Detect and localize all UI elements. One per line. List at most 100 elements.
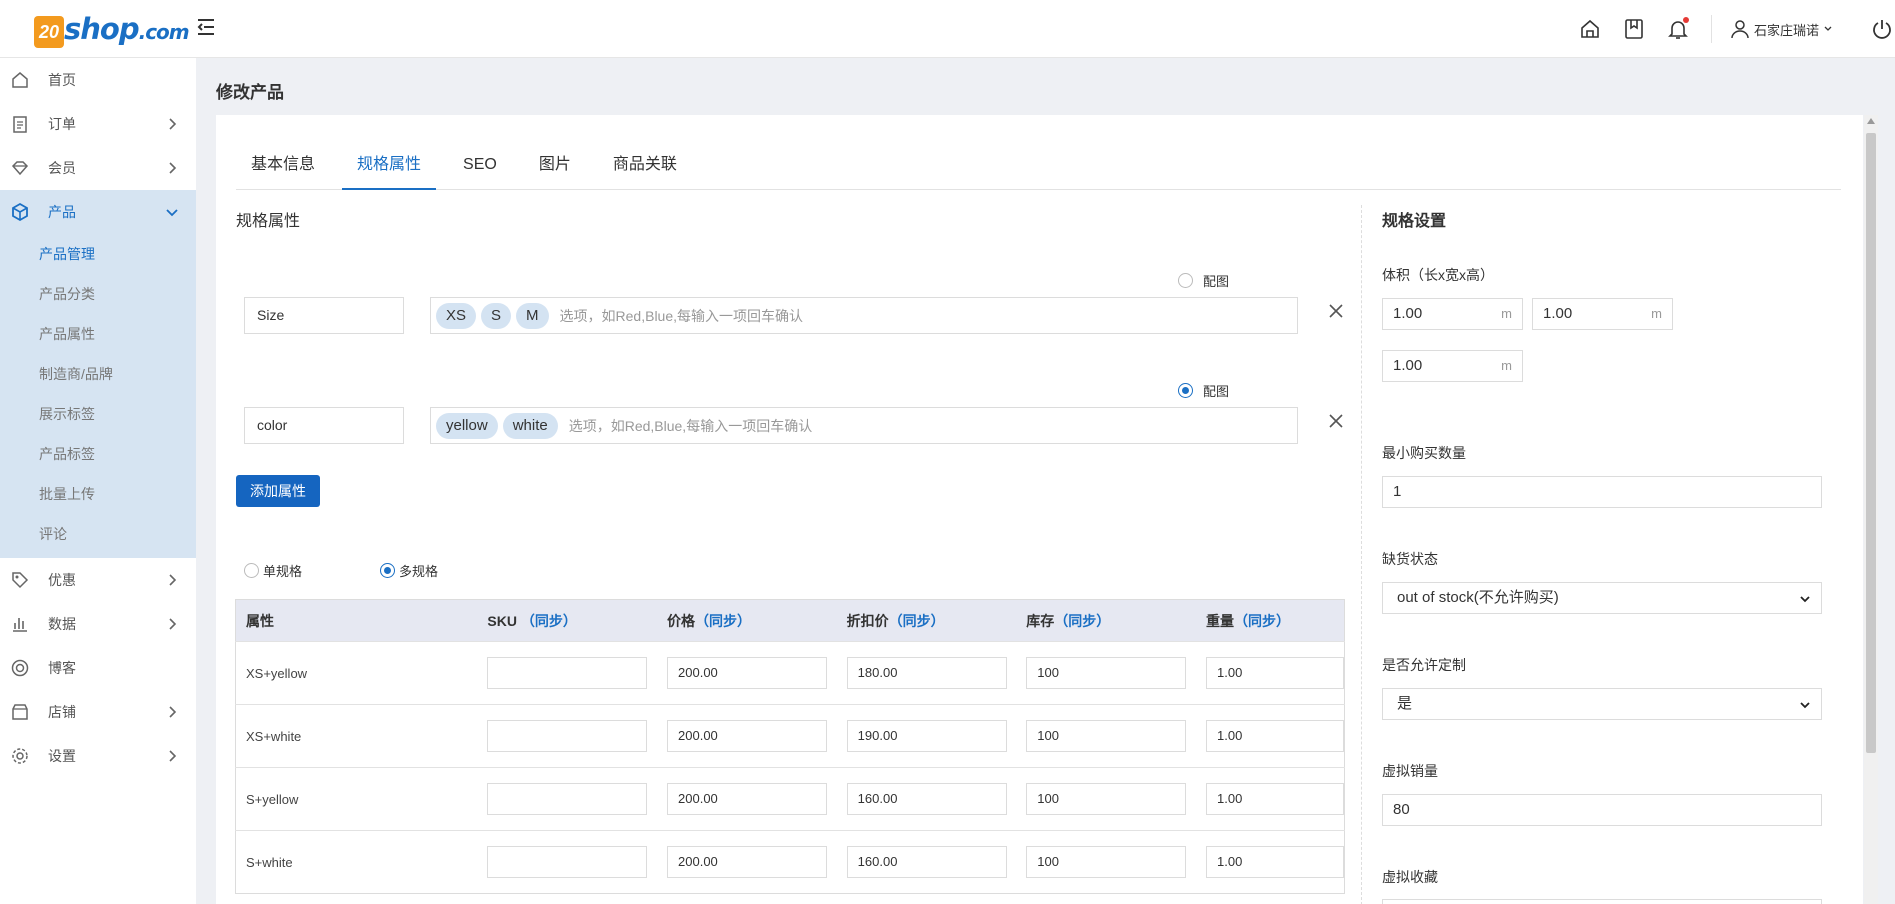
- stock-input[interactable]: 100: [1026, 657, 1187, 689]
- tab-images[interactable]: 图片: [524, 142, 586, 190]
- scroll-up-arrow[interactable]: [1867, 118, 1875, 124]
- value-tag[interactable]: white: [502, 412, 558, 439]
- tab-related-products[interactable]: 商品关联: [598, 142, 692, 190]
- picture-toggle-color[interactable]: 配图: [1178, 381, 1229, 400]
- single-spec-option[interactable]: 单规格: [244, 561, 302, 580]
- value-tag[interactable]: yellow: [436, 412, 498, 439]
- value-tag[interactable]: XS: [436, 302, 477, 329]
- sync-link[interactable]: （同步）: [1234, 613, 1290, 629]
- tag-icon: [10, 570, 30, 590]
- chevron-right-icon: [169, 162, 177, 174]
- virtual-favorites-label: 虚拟收藏: [1382, 869, 1438, 885]
- sidebar-item-home[interactable]: 首页: [0, 58, 196, 102]
- attribute-name-input[interactable]: Size: [244, 297, 404, 334]
- sidebar-item-blog[interactable]: 博客: [0, 646, 196, 690]
- home-icon[interactable]: [1579, 18, 1601, 40]
- discount-input[interactable]: 160.00: [846, 783, 1007, 815]
- sync-link[interactable]: （同步）: [521, 613, 577, 629]
- submenu-item-product-management[interactable]: 产品管理: [0, 234, 196, 274]
- spec-settings-title: 规格设置: [1382, 213, 1447, 230]
- submenu-item-reviews[interactable]: 评论: [0, 514, 196, 554]
- stock-input[interactable]: 100: [1026, 846, 1187, 878]
- virtual-sales-input[interactable]: 80: [1382, 794, 1822, 826]
- attribute-name-input[interactable]: color: [244, 407, 404, 444]
- virtual-favorites-input[interactable]: [1382, 899, 1822, 904]
- sku-input[interactable]: [487, 783, 648, 815]
- chevron-right-icon: [169, 706, 177, 718]
- tab-seo[interactable]: SEO: [448, 142, 512, 190]
- vertical-scrollbar[interactable]: [1864, 115, 1878, 904]
- logo[interactable]: 20 shop.com: [34, 8, 190, 48]
- sidebar-item-promotions[interactable]: 优惠: [0, 558, 196, 602]
- stock-status-label: 缺货状态: [1382, 551, 1438, 567]
- discount-input[interactable]: 160.00: [846, 846, 1007, 878]
- submenu-item-product-tags[interactable]: 产品标签: [0, 434, 196, 474]
- scrollbar-thumb[interactable]: [1866, 133, 1876, 753]
- weight-input[interactable]: 1.00: [1206, 846, 1344, 878]
- unit-label: m: [1651, 306, 1662, 321]
- submenu-item-product-category[interactable]: 产品分类: [0, 274, 196, 314]
- bar-chart-icon: [10, 614, 30, 634]
- sku-input[interactable]: [487, 720, 648, 752]
- price-input[interactable]: 200.00: [667, 657, 828, 689]
- sku-input[interactable]: [487, 846, 648, 878]
- picture-toggle-size[interactable]: 配图: [1178, 271, 1229, 290]
- volume-length-input[interactable]: 1.00 m: [1382, 298, 1523, 330]
- submenu-item-display-tags[interactable]: 展示标签: [0, 394, 196, 434]
- submenu-item-brand[interactable]: 制造商/品牌: [0, 354, 196, 394]
- sku-input[interactable]: [487, 657, 648, 689]
- sidebar-item-members[interactable]: 会员: [0, 146, 196, 190]
- tab-spec-attributes[interactable]: 规格属性: [342, 142, 437, 190]
- single-spec-radio[interactable]: [244, 563, 259, 578]
- table-row: S+yellow 200.00 160.00 100 1.00: [235, 767, 1345, 831]
- price-input[interactable]: 200.00: [667, 783, 828, 815]
- user-icon: [1731, 20, 1749, 39]
- picture-radio[interactable]: [1178, 383, 1193, 398]
- power-icon[interactable]: [1871, 18, 1893, 40]
- price-input[interactable]: 200.00: [667, 846, 828, 878]
- sidebar-item-settings[interactable]: 设置: [0, 734, 196, 778]
- tab-basic-info[interactable]: 基本信息: [236, 142, 330, 190]
- sync-link[interactable]: （同步）: [1054, 613, 1110, 629]
- bookmark-icon[interactable]: [1623, 18, 1645, 40]
- add-attribute-button[interactable]: 添加属性: [236, 475, 320, 507]
- picture-radio[interactable]: [1178, 273, 1193, 288]
- sync-link[interactable]: （同步）: [889, 613, 945, 629]
- weight-input[interactable]: 1.00: [1206, 720, 1344, 752]
- sidebar-item-data[interactable]: 数据: [0, 602, 196, 646]
- gear-icon: [10, 746, 30, 766]
- sidebar-item-store[interactable]: 店铺: [0, 690, 196, 734]
- bell-icon[interactable]: [1667, 17, 1689, 40]
- customizable-select[interactable]: 是: [1382, 688, 1822, 720]
- remove-attribute-icon[interactable]: [1327, 412, 1345, 430]
- value-tag[interactable]: S: [481, 302, 512, 329]
- min-qty-input[interactable]: 1: [1382, 476, 1822, 508]
- volume-width-input[interactable]: 1.00 m: [1532, 298, 1673, 330]
- user-name: 石家庄瑞诺: [1753, 22, 1819, 38]
- volume-height-input[interactable]: 1.00 m: [1382, 350, 1523, 382]
- menu-toggle-icon[interactable]: [196, 17, 216, 37]
- row-attribute: S+white: [235, 830, 478, 894]
- weight-input[interactable]: 1.00: [1206, 783, 1344, 815]
- multi-spec-radio[interactable]: [380, 563, 395, 578]
- attribute-values-input[interactable]: yellow white 选项，如Red,Blue,每输入一项回车确认: [430, 407, 1298, 444]
- sync-link[interactable]: （同步）: [695, 613, 751, 629]
- sidebar-item-orders[interactable]: 订单: [0, 102, 196, 146]
- header-sku: SKU （同步）: [477, 599, 658, 642]
- multi-spec-option[interactable]: 多规格: [380, 561, 438, 580]
- stock-status-select[interactable]: out of stock(不允许购买): [1382, 582, 1822, 614]
- stock-input[interactable]: 100: [1026, 783, 1187, 815]
- attribute-values-input[interactable]: XS S M 选项，如Red,Blue,每输入一项回车确认: [430, 297, 1298, 334]
- stock-input[interactable]: 100: [1026, 720, 1187, 752]
- submenu-item-bulk-upload[interactable]: 批量上传: [0, 474, 196, 514]
- remove-attribute-icon[interactable]: [1327, 302, 1345, 320]
- user-menu[interactable]: 石家庄瑞诺: [1730, 19, 1837, 39]
- submenu-item-product-attributes[interactable]: 产品属性: [0, 314, 196, 354]
- value-tag[interactable]: M: [516, 302, 549, 329]
- sidebar-item-products[interactable]: 产品: [0, 190, 196, 234]
- discount-input[interactable]: 180.00: [846, 657, 1007, 689]
- price-input[interactable]: 200.00: [667, 720, 828, 752]
- discount-input[interactable]: 190.00: [846, 720, 1007, 752]
- store-icon: [10, 702, 30, 722]
- weight-input[interactable]: 1.00: [1206, 657, 1344, 689]
